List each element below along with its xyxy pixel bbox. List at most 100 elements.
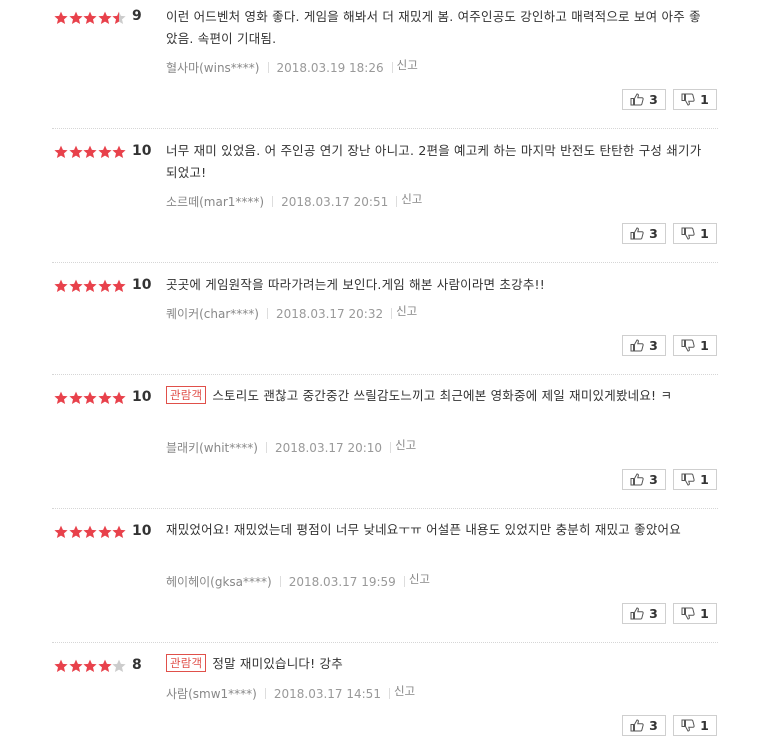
star-filled-icon	[112, 145, 126, 159]
review-text: 이런 어드벤처 영화 좋다. 게임을 해봐서 더 재밌게 봄. 여주인공도 강인…	[166, 6, 711, 50]
like-button[interactable]: 3	[622, 715, 666, 736]
review-meta: 블래키(whit****) 2018.03.17 20:10 신고	[166, 437, 416, 456]
meta-divider	[279, 576, 281, 587]
review-text: 곳곳에 게임원작을 따라가려는게 보인다.게임 해본 사람이라면 초강추!!	[166, 274, 711, 296]
thumbs-down-icon	[681, 93, 700, 106]
like-count: 3	[649, 606, 658, 621]
review-date: 2018.03.17 19:59	[288, 574, 396, 589]
like-count: 3	[649, 92, 658, 107]
like-count: 3	[649, 226, 658, 241]
review-score: 10	[132, 143, 152, 159]
star-filled-icon	[97, 279, 112, 293]
review-divider	[52, 508, 718, 509]
like-button[interactable]: 3	[622, 469, 666, 490]
thumbs-down-icon	[681, 719, 700, 732]
dislike-button[interactable]: 1	[673, 603, 717, 624]
review-author[interactable]: 퀘이커(char****)	[166, 305, 259, 322]
review-text-body: 재밌었어요! 재밌었는데 평점이 너무 낮네요ㅜㅠ 어설픈 내용도 있었지만 충…	[166, 522, 681, 537]
star-filled-icon	[83, 659, 97, 673]
review-text: 관람객 스토리도 괜찮고 중간중간 쓰릴감도느끼고 최근에본 영화중에 제일 재미…	[166, 385, 711, 407]
star-filled-icon	[83, 11, 97, 25]
like-button[interactable]: 3	[622, 89, 666, 110]
review-score: 9	[132, 8, 142, 24]
star-rating	[54, 525, 127, 539]
star-filled-icon	[97, 11, 112, 25]
review-meta: 사람(smw1****) 2018.03.17 14:51 신고	[166, 683, 415, 702]
review-text-body: 스토리도 괜찮고 중간중간 쓰릴감도느끼고 최근에본 영화중에 제일 재미있게봤…	[212, 388, 673, 403]
review-date: 2018.03.17 14:51	[273, 686, 381, 701]
like-button[interactable]: 3	[622, 223, 666, 244]
review-meta: 헤이헤이(gksa****) 2018.03.17 19:59 신고	[166, 571, 430, 590]
review-text-body: 너무 재미 있었음. 어 주인공 연기 장난 아니고. 2편을 예고케 하는 마…	[166, 143, 702, 180]
star-rating	[54, 659, 127, 673]
thumbs-up-icon	[630, 93, 649, 106]
dislike-button[interactable]: 1	[673, 223, 717, 244]
review-author[interactable]: 사람(smw1****)	[166, 685, 257, 702]
dislike-button[interactable]: 1	[673, 89, 717, 110]
star-filled-icon	[54, 279, 68, 293]
meta-divider	[264, 688, 266, 699]
meta-divider	[272, 196, 274, 207]
review-date: 2018.03.17 20:51	[281, 194, 389, 209]
report-link[interactable]: 신고	[401, 191, 422, 207]
review-date: 2018.03.17 20:32	[275, 306, 384, 321]
review-meta: 혈사마(wins****) 2018.03.19 18:26 신고	[166, 57, 418, 76]
report-link[interactable]: 신고	[409, 571, 430, 587]
meta-divider	[388, 688, 390, 699]
review-author[interactable]: 헤이헤이(gksa****)	[166, 573, 272, 590]
star-filled-icon	[54, 391, 68, 405]
meta-divider	[390, 442, 392, 453]
dislike-count: 1	[700, 472, 709, 487]
meta-divider	[396, 196, 398, 207]
star-rating	[54, 391, 127, 405]
review-date: 2018.03.17 20:10	[274, 440, 383, 455]
meta-divider	[266, 308, 268, 319]
star-filled-icon	[54, 145, 68, 159]
star-filled-icon	[68, 525, 83, 539]
star-filled-icon	[112, 279, 126, 293]
review-divider	[52, 374, 718, 375]
review-author[interactable]: 소르떼(mar1****)	[166, 193, 264, 210]
star-filled-icon	[112, 525, 126, 539]
report-link[interactable]: 신고	[394, 683, 415, 699]
review-text: 관람객 정말 재미있습니다! 강추	[166, 653, 711, 675]
like-button[interactable]: 3	[622, 603, 666, 624]
review-date: 2018.03.19 18:26	[276, 60, 384, 75]
star-filled-icon	[83, 391, 97, 405]
like-button[interactable]: 3	[622, 335, 666, 356]
review-score: 10	[132, 523, 152, 539]
star-filled-icon	[68, 11, 83, 25]
dislike-button[interactable]: 1	[673, 715, 717, 736]
review-author[interactable]: 블래키(whit****)	[166, 439, 258, 456]
star-half-icon	[112, 11, 126, 25]
review-author[interactable]: 혈사마(wins****)	[166, 59, 260, 76]
like-count: 3	[649, 718, 658, 733]
star-filled-icon	[83, 279, 97, 293]
star-rating	[54, 145, 127, 159]
review-text-body: 곳곳에 게임원작을 따라가려는게 보인다.게임 해본 사람이라면 초강추!!	[166, 277, 545, 292]
star-filled-icon	[54, 659, 68, 673]
star-filled-icon	[68, 145, 83, 159]
dislike-button[interactable]: 1	[673, 469, 717, 490]
report-link[interactable]: 신고	[395, 437, 416, 453]
dislike-button[interactable]: 1	[673, 335, 717, 356]
meta-divider	[391, 308, 393, 319]
thumbs-down-icon	[681, 339, 700, 352]
review-text-body: 이런 어드벤처 영화 좋다. 게임을 해봐서 더 재밌게 봄. 여주인공도 강인…	[166, 9, 701, 46]
star-filled-icon	[68, 279, 83, 293]
dislike-count: 1	[700, 338, 709, 353]
star-filled-icon	[54, 11, 68, 25]
thumbs-down-icon	[681, 607, 700, 620]
star-filled-icon	[83, 525, 97, 539]
review-divider	[52, 128, 718, 129]
star-rating	[54, 11, 127, 25]
star-filled-icon	[97, 145, 112, 159]
report-link[interactable]: 신고	[397, 57, 418, 73]
star-filled-icon	[68, 659, 83, 673]
thumbs-down-icon	[681, 473, 700, 486]
report-link[interactable]: 신고	[396, 303, 417, 319]
review-divider	[52, 262, 718, 263]
thumbs-up-icon	[630, 227, 649, 240]
thumbs-up-icon	[630, 473, 649, 486]
review-meta: 퀘이커(char****) 2018.03.17 20:32 신고	[166, 303, 417, 322]
